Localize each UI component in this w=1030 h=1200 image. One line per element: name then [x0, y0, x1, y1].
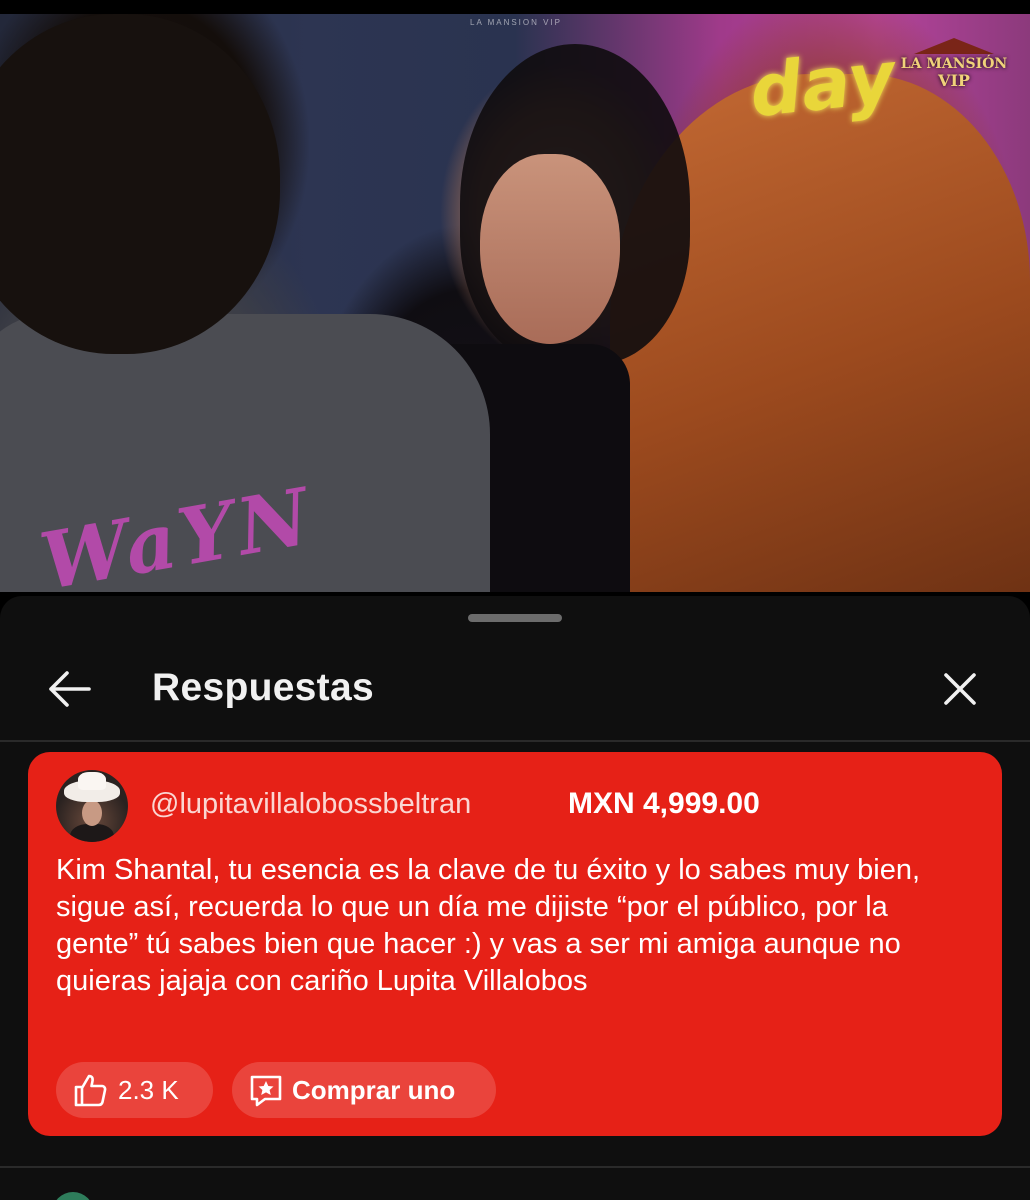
video-man-head: [0, 14, 280, 354]
logo-roof-icon: [914, 38, 994, 54]
avatar-hat-crown: [78, 772, 106, 790]
like-count: 2.3 K: [118, 1074, 179, 1105]
like-button[interactable]: 2.3 K: [56, 1062, 213, 1118]
super-chat-amount: MXN 4,999.00: [568, 787, 760, 820]
comment-username[interactable]: @lupitavillalobossbeltran: [150, 788, 471, 821]
close-icon: [944, 673, 976, 705]
back-button[interactable]: [40, 664, 98, 714]
comment-text: Kim Shantal, tu esencia es la clave de t…: [56, 854, 921, 997]
avatar[interactable]: [56, 770, 128, 842]
logo-text-line1: LA MANSIÓN: [900, 56, 1008, 72]
video-watermark: LA MANSION VIP: [470, 18, 563, 27]
super-sticker-icon: [250, 1075, 282, 1107]
video-player[interactable]: WaYN day LA MANSION VIP LA MANSIÓN VIP: [0, 14, 1030, 592]
next-comment-avatar[interactable]: [52, 1192, 94, 1200]
channel-logo: LA MANSIÓN VIP: [898, 28, 1010, 100]
avatar-body: [70, 824, 114, 842]
arrow-left-icon: [49, 671, 91, 707]
thumbs-up-icon: [74, 1074, 107, 1107]
buy-super-sticker-button[interactable]: Comprar uno: [232, 1062, 496, 1118]
close-button[interactable]: [930, 664, 990, 714]
buy-label: Comprar uno: [292, 1074, 456, 1105]
avatar-face: [82, 800, 102, 826]
super-chat-card: @lupitavillalobossbeltran MXN 4,999.00 K…: [28, 752, 1002, 1136]
replies-sheet: Respuestas @lupitavillalobossbeltran MXN…: [0, 596, 1030, 1200]
comment-divider: [0, 1166, 1030, 1168]
header-divider: [0, 740, 1030, 742]
video-face: [480, 154, 620, 344]
video-neon-sign: day: [746, 34, 899, 134]
sheet-header: Respuestas: [0, 652, 1030, 726]
logo-text-line2: VIP: [938, 71, 970, 90]
sheet-title: Respuestas: [152, 666, 374, 709]
drag-handle[interactable]: [468, 614, 562, 622]
